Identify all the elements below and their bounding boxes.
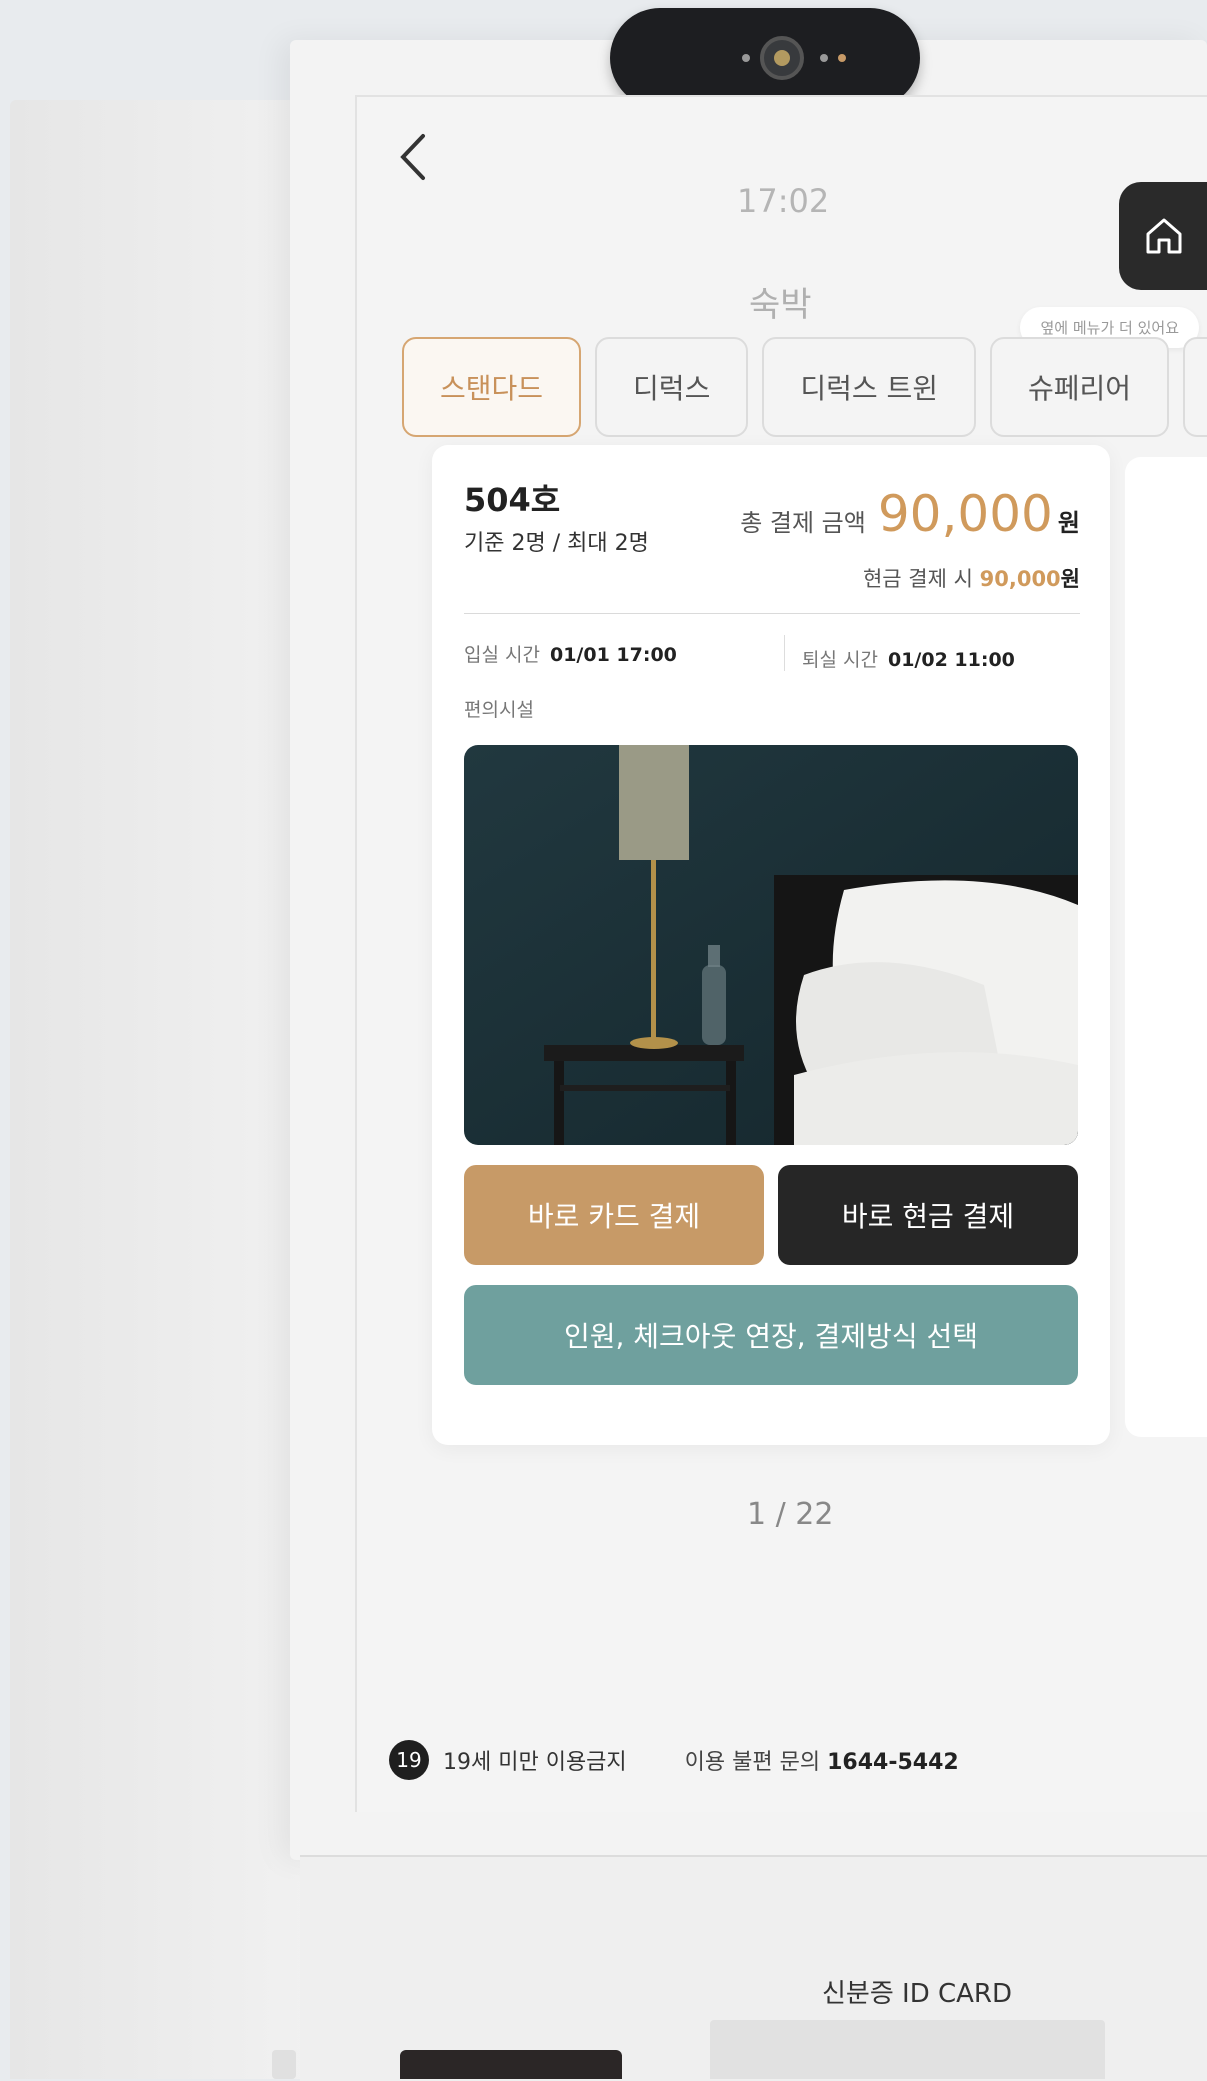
options-button[interactable]: 인원, 체크아웃 연장, 결제방식 선택 xyxy=(464,1285,1078,1385)
clock: 17:02 xyxy=(737,182,830,220)
room-card: 504호 기준 2명 / 최대 2명 총 결제 금액 90,000 원 현금 결제… xyxy=(432,445,1110,1445)
kiosk-side-panel xyxy=(10,100,310,2079)
checkin-time: 01/01 17:00 xyxy=(549,644,677,666)
support-contact: 이용 불편 문의 1644-5442 xyxy=(685,1744,959,1776)
camera-indicator-icon xyxy=(820,54,828,62)
checkin-label: 입실 시간 xyxy=(464,644,540,666)
cash-price-block: 현금 결제 시 90,000원 xyxy=(863,563,1080,593)
checkin-info: 입실 시간 01/01 17:00 xyxy=(464,640,677,667)
checkout-time: 01/02 11:00 xyxy=(887,649,1015,671)
kiosk-screen: 17:02 숙박 옆에 메뉴가 더 있어요 스탠다드 디럭스 디럭스 트윈 슈페… xyxy=(355,95,1207,1812)
page-indicator: 1 / 22 xyxy=(747,1497,834,1532)
total-price-block: 총 결제 금액 90,000 원 xyxy=(740,485,1080,543)
divider xyxy=(464,613,1080,614)
chevron-left-icon xyxy=(400,134,425,180)
age-notice: 19세 미만 이용금지 xyxy=(443,1750,627,1775)
divider xyxy=(784,635,785,671)
room-capacity: 기준 2명 / 최대 2명 xyxy=(464,531,649,556)
cash-pay-button[interactable]: 바로 현금 결제 xyxy=(778,1165,1078,1265)
camera-device xyxy=(610,8,920,108)
cash-currency: 원 xyxy=(1060,567,1080,591)
tab-next-partial[interactable] xyxy=(1183,337,1207,437)
footer: 19 19세 미만 이용금지 이용 불편 문의 1644-5442 xyxy=(389,1740,959,1780)
card-reader-slot[interactable] xyxy=(400,2050,622,2079)
room-number: 504호 xyxy=(464,481,561,519)
total-price: 90,000 xyxy=(877,485,1053,543)
id-card-label: 신분증 ID CARD xyxy=(822,1979,1013,2009)
tab-standard[interactable]: 스탠다드 xyxy=(402,337,582,437)
total-price-label: 총 결제 금액 xyxy=(740,509,866,537)
page-title: 숙박 xyxy=(749,285,812,325)
checkout-info: 퇴실 시간 01/02 11:00 xyxy=(802,645,1015,672)
room-photo xyxy=(464,745,1078,1145)
checkout-label: 퇴실 시간 xyxy=(802,649,878,671)
age-restriction-icon: 19 xyxy=(389,1740,429,1780)
tab-superior[interactable]: 슈페리어 xyxy=(990,337,1170,437)
camera-lens-icon xyxy=(760,36,804,80)
cash-price-label: 현금 결제 시 xyxy=(862,567,973,591)
tab-deluxe[interactable]: 디럭스 xyxy=(595,337,749,437)
support-phone: 1644-5442 xyxy=(827,1750,959,1775)
cash-price: 90,000 xyxy=(979,567,1061,591)
support-label: 이용 불편 문의 xyxy=(684,1750,821,1775)
total-currency: 원 xyxy=(1057,509,1080,537)
id-card-scanner[interactable] xyxy=(710,2020,1105,2079)
camera-light-icon xyxy=(838,54,846,62)
amenities-label: 편의시설 xyxy=(464,699,534,721)
card-pay-button[interactable]: 바로 카드 결제 xyxy=(464,1165,764,1265)
next-room-card[interactable] xyxy=(1125,457,1207,1437)
back-button[interactable] xyxy=(397,132,427,191)
home-button[interactable] xyxy=(1119,182,1207,290)
side-notch xyxy=(272,2050,296,2079)
camera-indicator-icon xyxy=(742,54,750,62)
home-icon xyxy=(1146,218,1182,254)
tab-deluxe-twin[interactable]: 디럭스 트윈 xyxy=(762,337,977,437)
room-type-tabs: 스탠다드 디럭스 디럭스 트윈 슈페리어 xyxy=(402,337,1207,437)
